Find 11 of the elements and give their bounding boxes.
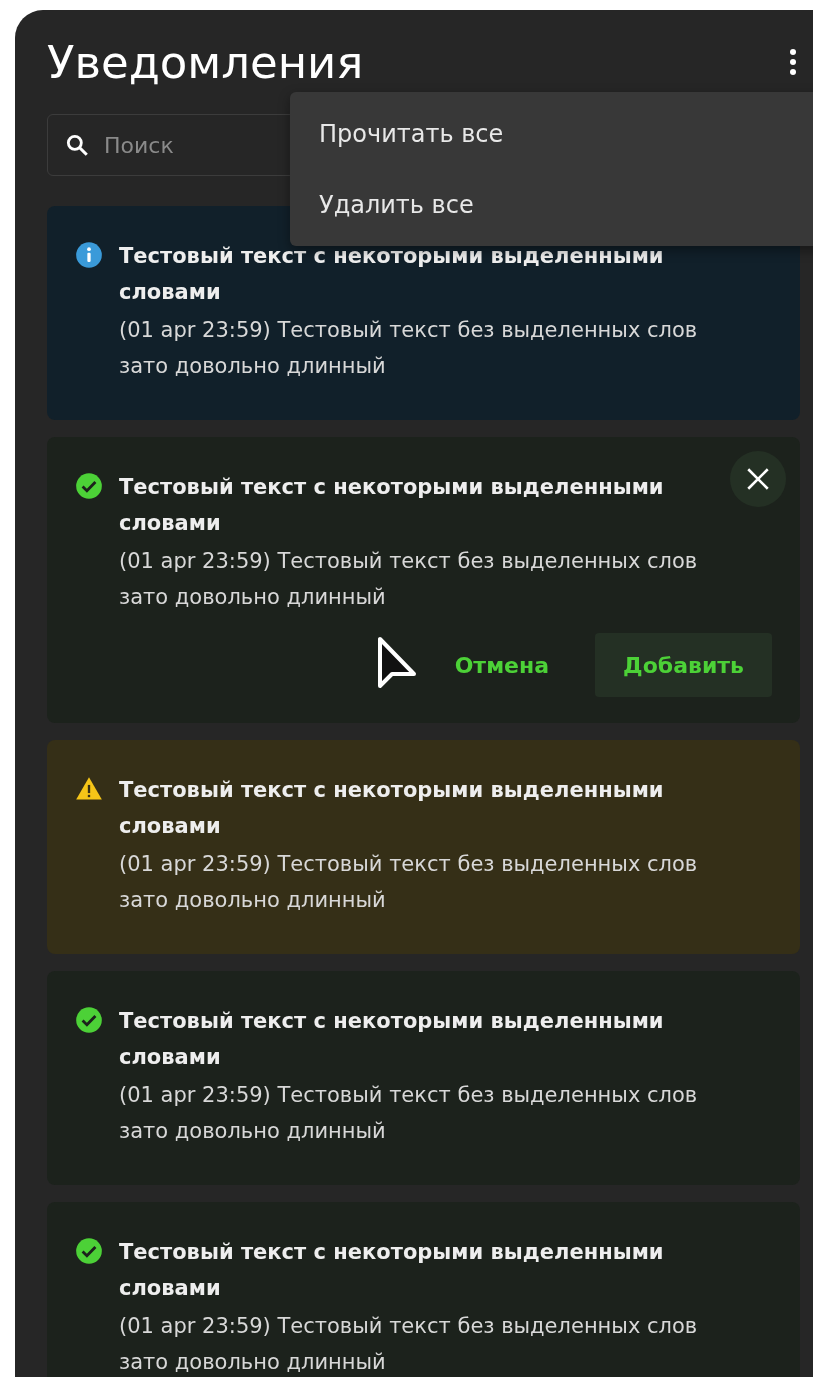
- notification-text: (01 apr 23:59) Тестовый текст без выделенных слов зато довольно длинный: [119, 548, 699, 611]
- notification-title: Тестовый текст с некоторыми выделенными словами: [119, 1239, 665, 1302]
- notification-title: Тестовый текст с некоторыми выделенными словами: [119, 777, 665, 840]
- notification-text: (01 apr 23:59) Тестовый текст без выделенных слов зато довольно длинный: [119, 1313, 699, 1376]
- notification-title: Тестовый текст с некоторыми выделенными словами: [119, 1008, 665, 1071]
- notification-title: Тестовый текст с некоторыми выделенными словами: [119, 474, 665, 537]
- notification-text: (01 apr 23:59) Тестовый текст без выделенных слов зато довольно длинный: [119, 851, 699, 914]
- notification-title: Тестовый текст с некоторыми выделенными словами: [119, 243, 665, 306]
- notification-text: (01 apr 23:59) Тестовый текст без выделенных слов зато довольно длинный: [119, 1082, 699, 1145]
- panel-title: Уведомления: [47, 35, 364, 89]
- notification-text: (01 apr 23:59) Тестовый текст без выделенных слов зато довольно длинный: [119, 317, 699, 380]
